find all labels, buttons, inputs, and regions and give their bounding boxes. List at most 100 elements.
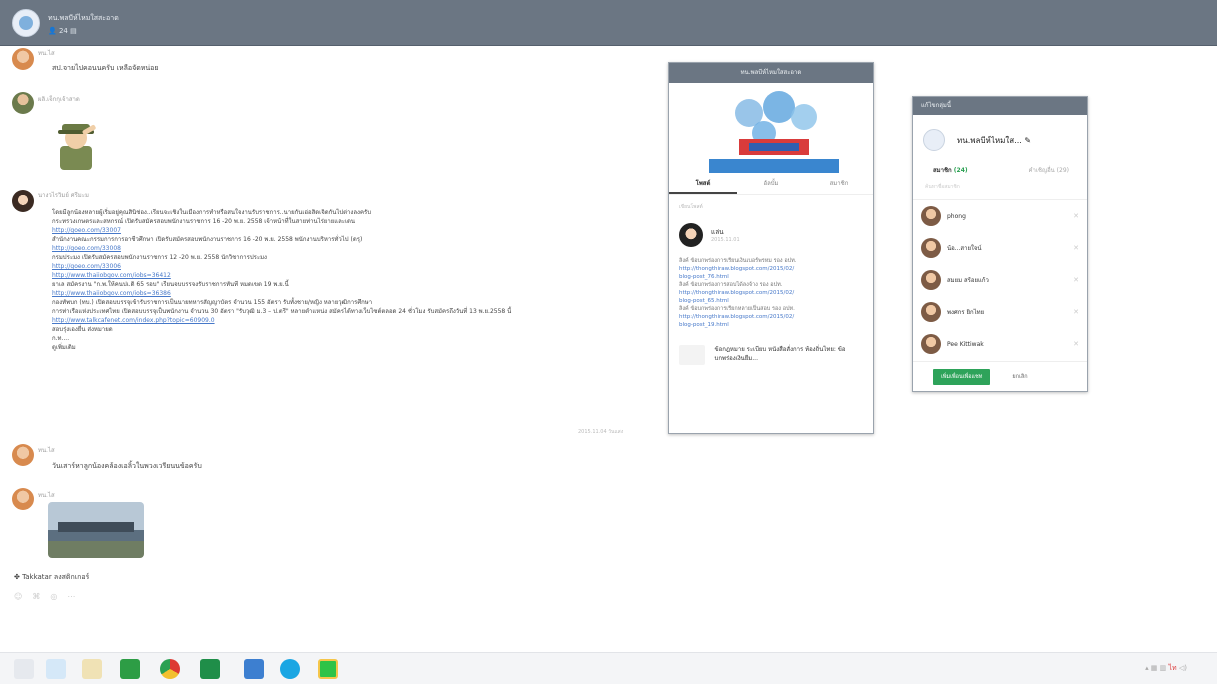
store-icon[interactable] (120, 659, 140, 679)
tab-album[interactable]: อัลบั้ม (737, 173, 805, 194)
excel-icon[interactable] (200, 659, 220, 679)
post-line: สอบรุ่งเองยื่น ส่งหมายด (52, 326, 113, 333)
soldier-sticker[interactable] (48, 116, 104, 172)
group-info: ทน.พลบีห์ไหมใส... ✎ (913, 115, 1087, 157)
system-tray[interactable]: ▴ ▦ ▥ ไท ◁) (1145, 663, 1187, 674)
member-row[interactable]: น้อ...สายใจน์ ✕ (913, 232, 1087, 264)
word-icon[interactable] (244, 659, 264, 679)
cover-image[interactable] (669, 83, 873, 173)
member-row[interactable]: phong ✕ (913, 200, 1087, 232)
post-link[interactable]: http://www.thaiiobgov.com/iobs=36412 (52, 271, 652, 280)
post-line: กระทรวงเกษตรและสหกรณ์ เปิดรับสมัครสอบพนั… (52, 218, 356, 225)
message-sender: นางวไรวิมย์ ศรีมะม (38, 192, 89, 199)
avatar[interactable] (12, 92, 34, 114)
avatar (921, 206, 941, 226)
post-line: กรมประมง เปิดรับสมัครสอบพนักงานราชการ 12… (52, 254, 267, 261)
message-sender: ทน.ไส (38, 50, 55, 57)
emoji-icon[interactable]: ☺ (14, 592, 32, 601)
remove-icon[interactable]: ✕ (1073, 276, 1079, 284)
post-time: 2015.11.01 (711, 237, 740, 243)
photo-thumbnail[interactable] (48, 502, 144, 558)
post-link[interactable]: http://www.talkcafenet.com/index.php?top… (52, 316, 652, 325)
members-tabs: สมาชิก (24) คำเชิญอื่น (29) (913, 157, 1087, 181)
cancel-button[interactable]: ยกเลิก (1012, 373, 1027, 381)
remove-icon[interactable]: ✕ (1073, 244, 1079, 252)
tab-members[interactable]: สมาชิก (24) (933, 165, 968, 175)
chrome-icon[interactable] (160, 659, 180, 679)
link-preview[interactable]: ข้อกฎหมาย ระเบียบ หนังสือสั่งการ ท้องถิ่… (669, 331, 873, 379)
remove-icon[interactable]: ✕ (1073, 308, 1079, 316)
member-search-input[interactable]: ค้นหาชื่อสมาชิก (913, 181, 1087, 200)
line-app-icon[interactable] (318, 659, 338, 679)
post-link[interactable]: http://www.thaiiobgov.com/iobs=36386 (52, 289, 652, 298)
post-link[interactable]: http://goeo.com/33008 (52, 244, 652, 253)
group-cover-logo (709, 91, 839, 173)
edit-icon[interactable]: ✎ (1024, 136, 1031, 145)
members-footer: เพิ่มเพื่อนเพื่อแชท ยกเลิก (913, 361, 1087, 391)
post-line: ลิงค์ ข้อบกพร่องการเรียนเงินเบอร์พรหม รอ… (679, 258, 797, 264)
post-line: ลิงค์ ข้อบกพร่องการเรียกหลายเป็นสอบ รอง … (679, 306, 795, 312)
message-time: 2015.11.04 วันแสง (578, 429, 624, 435)
group-avatar[interactable] (923, 129, 945, 151)
profile-post-body: ลิงค์ ข้อบกพร่องการเรียนเงินเบอร์พรหม รอ… (669, 255, 873, 331)
post-link[interactable]: blog-post_19.html (679, 321, 863, 329)
tab-members[interactable]: สมาชิก (805, 173, 873, 194)
post-line: ลิงค์ ข้อบกพร่องการสอบได้ลงจ้าง รอง อปท. (679, 282, 783, 288)
post-link[interactable]: http://thongthiraw.blogspot.com/2015/02/ (679, 289, 863, 297)
group-profile-window: ทน.พลบีห์ไหมใสสะอาด โพสต์ อัลบั้ม สมาชิก… (668, 62, 874, 434)
remove-icon[interactable]: ✕ (1073, 212, 1079, 220)
post-message: โดยมีลูกน้องหลายผู้เริ่มอยู่คุณสินิช่อง.… (52, 208, 652, 352)
group-title: ทน.พลบีห์ไหมใสสะอาด (48, 14, 119, 22)
sticker-notice: ✤ Takkatar ลงสติกเกอร์ (14, 573, 90, 581)
skype-icon[interactable] (280, 659, 300, 679)
post-line: ก.ท.... (52, 335, 70, 342)
profile-header: ทน.พลบีห์ไหมใสสะอาด (669, 63, 873, 83)
profile-tabs: โพสต์ อัลบั้ม สมาชิก (669, 173, 873, 195)
tab-invited[interactable]: คำเชิญอื่น (29) (1028, 165, 1069, 175)
member-row[interactable]: สมยม สร้อยแก้ว ✕ (913, 264, 1087, 296)
post-link[interactable]: http://thongthiraw.blogspot.com/2015/02/ (679, 265, 863, 273)
members-window-header: แก้ไขกลุ่มนี้ (913, 97, 1087, 115)
member-count[interactable]: 👤 24 ▤ (48, 27, 77, 35)
member-row[interactable]: พงศกร ยิกไทย ✕ (913, 296, 1087, 328)
message-text: สป.จายไปคอนนครับ เหลือจัดหน่อย (52, 64, 159, 72)
see-more-link[interactable]: ดูเพิ่มเติม (52, 343, 652, 352)
avatar[interactable] (679, 223, 703, 247)
attach-icon[interactable]: ⌘ (32, 592, 50, 601)
avatar[interactable] (12, 48, 34, 70)
remove-icon[interactable]: ✕ (1073, 340, 1079, 348)
avatar (921, 334, 941, 354)
internet-explorer-icon[interactable] (46, 659, 66, 679)
tab-posts[interactable]: โพสต์ (669, 173, 737, 194)
post-line: สำนักงานคณะกรรมการการอาชีวศึกษา เปิดรับส… (52, 236, 363, 243)
file-explorer-icon[interactable] (82, 659, 102, 679)
avatar[interactable] (12, 190, 34, 212)
message-sender: ทน.ไส (38, 492, 55, 499)
more-icon[interactable]: ⋯ (67, 592, 85, 601)
add-friends-button[interactable]: เพิ่มเพื่อนเพื่อแชท (933, 368, 991, 385)
post-author: แล่น 2015.11.01 (669, 219, 873, 255)
post-link[interactable]: http://thongthiraw.blogspot.com/2015/02/ (679, 313, 863, 321)
windows-start-icon[interactable] (14, 659, 34, 679)
member-row[interactable]: Pee Kittiwak ✕ (913, 328, 1087, 360)
language-indicator[interactable]: ไท (1169, 664, 1177, 672)
post-link[interactable]: http://goeo.com/33006 (52, 262, 652, 271)
post-line: การท่าเรือแห่งประเทศไทย เปิดสอบบรรจุเป็น… (52, 308, 512, 315)
member-name: สมยม สร้อยแก้ว (947, 277, 989, 284)
post-line: โดยมีลูกน้องหลายผู้เริ่มอยู่คุณสินิช่อง.… (52, 209, 372, 216)
camera-icon[interactable]: ◎ (50, 592, 67, 601)
member-name: น้อ...สายใจน์ (947, 245, 982, 252)
volume-icon[interactable]: ◁) (1179, 664, 1187, 672)
post-link[interactable]: blog-post_76.html (679, 273, 863, 281)
post-link[interactable]: blog-post_65.html (679, 297, 863, 305)
clover-icon: ✤ (14, 573, 20, 581)
write-post-input[interactable]: เขียนโพสต์ (669, 195, 873, 219)
avatar[interactable] (12, 444, 34, 466)
post-link[interactable]: http://goeo.com/33007 (52, 226, 652, 235)
link-preview-title: ข้อกฎหมาย ระเบียบ หนังสือสั่งการ ท้องถิ่… (714, 346, 846, 362)
avatar[interactable] (12, 488, 34, 510)
group-logo-icon[interactable] (12, 9, 40, 37)
member-name: phong (947, 212, 966, 220)
author-name: แล่น (711, 228, 724, 236)
post-line: ยาเล สมัครงาน "ก.พ.ให้คนปเ.ดิ 65 รอบ" เร… (52, 281, 289, 288)
